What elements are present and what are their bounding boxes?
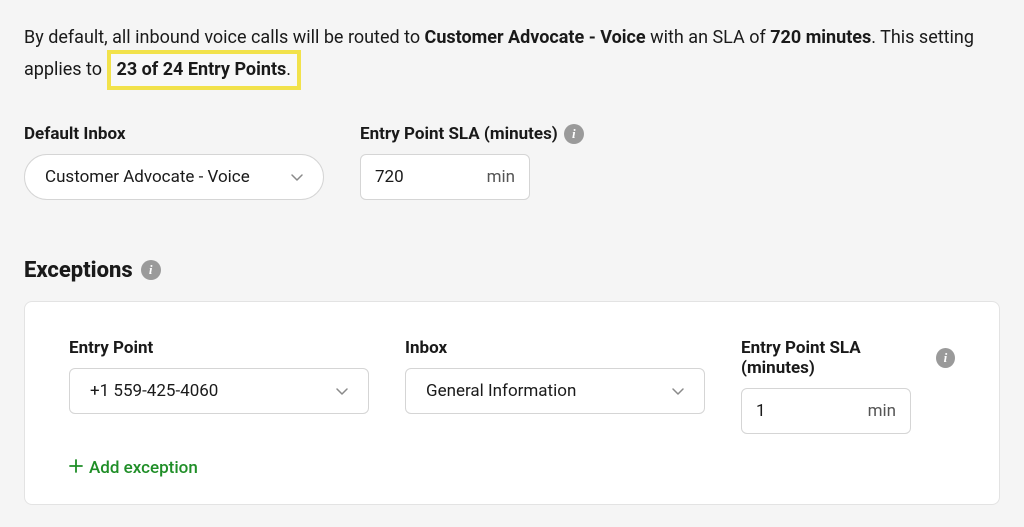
intro-part1: By default, all inbound voice calls will…	[24, 27, 425, 48]
info-icon[interactable]: i	[936, 348, 955, 368]
entry-points-highlight: 23 of 24 Entry Points.	[107, 50, 302, 90]
intro-part4: .	[286, 59, 291, 80]
exception-sla-col: Entry Point SLA (minutes) i 1 min	[741, 338, 955, 434]
exception-inbox-label: Inbox	[405, 338, 705, 358]
exception-sla-label: Entry Point SLA (minutes) i	[741, 338, 955, 378]
chevron-down-icon	[670, 383, 686, 399]
default-inbox-col: Default Inbox Customer Advocate - Voice	[24, 124, 324, 200]
exception-row: Entry Point +1 559-425-4060 Inbox Genera…	[69, 338, 955, 434]
exception-inbox-col: Inbox General Information	[405, 338, 705, 434]
default-sla-col: Entry Point SLA (minutes) i 720 min	[360, 124, 584, 200]
exception-sla-value: 1	[756, 401, 766, 421]
description-text: By default, all inbound voice calls will…	[24, 24, 1000, 90]
add-exception-label: Add exception	[89, 458, 198, 478]
exception-entry-col: Entry Point +1 559-425-4060	[69, 338, 369, 434]
default-inbox-select[interactable]: Customer Advocate - Voice	[24, 154, 324, 200]
exception-sla-input[interactable]: 1 min	[741, 388, 911, 434]
exceptions-card: Entry Point +1 559-425-4060 Inbox Genera…	[24, 301, 1000, 505]
default-sla-label-text: Entry Point SLA (minutes)	[360, 124, 558, 144]
exceptions-title-text: Exceptions	[24, 258, 133, 283]
default-sla-label: Entry Point SLA (minutes) i	[360, 124, 584, 144]
default-sla-unit: min	[487, 167, 515, 187]
default-fields-row: Default Inbox Customer Advocate - Voice …	[24, 124, 1000, 200]
exception-sla-unit: min	[868, 401, 896, 421]
plus-icon	[69, 458, 83, 478]
default-sla-value: 720	[375, 167, 404, 187]
add-exception-button[interactable]: Add exception	[69, 458, 955, 478]
exception-entry-label: Entry Point	[69, 338, 369, 358]
intro-entry-points: 23 of 24 Entry Points	[117, 59, 287, 80]
chevron-down-icon	[334, 383, 350, 399]
exception-entry-value: +1 559-425-4060	[90, 381, 218, 401]
exceptions-title: Exceptions i	[24, 258, 1000, 283]
exception-entry-select[interactable]: +1 559-425-4060	[69, 368, 369, 414]
intro-part2: with an SLA of	[646, 27, 771, 48]
exception-sla-label-text: Entry Point SLA (minutes)	[741, 338, 930, 378]
intro-routed-to: Customer Advocate - Voice	[425, 27, 646, 48]
default-inbox-label: Default Inbox	[24, 124, 324, 144]
exception-inbox-value: General Information	[426, 381, 576, 401]
default-sla-input[interactable]: 720 min	[360, 154, 530, 200]
intro-sla: 720 minutes	[770, 27, 871, 48]
info-icon[interactable]: i	[564, 124, 584, 144]
default-inbox-value: Customer Advocate - Voice	[45, 167, 250, 187]
exception-inbox-select[interactable]: General Information	[405, 368, 705, 414]
info-icon[interactable]: i	[141, 260, 161, 280]
chevron-down-icon	[289, 169, 305, 185]
